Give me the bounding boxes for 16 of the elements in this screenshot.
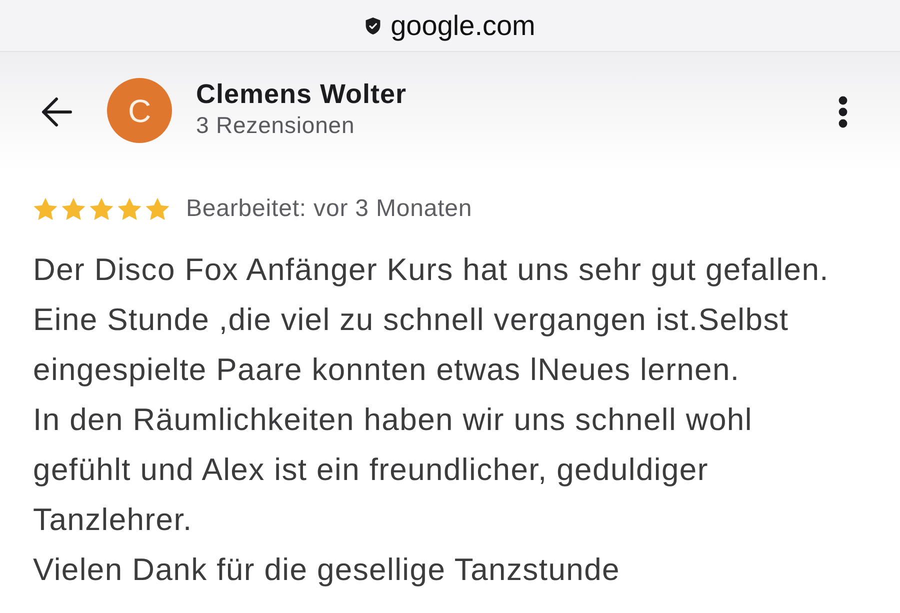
filled-star-icon bbox=[89, 197, 114, 221]
avatar-initial: C bbox=[128, 94, 152, 126]
back-arrow-icon bbox=[40, 96, 72, 128]
review-paragraph: Der Disco Fox Anfänger Kurs hat uns sehr gut gefallen. Eine Stunde ,die viel zu schnell vergangen ist.Selbst eingespielte Paare konnten etwas lNeues lernen. bbox=[33, 251, 830, 389]
review-paragraph: In den Räumlichkeiten haben wir uns schnell wohl gefühlt und Alex ist ein freundlicher, geduldiger Tanzlehrer. bbox=[33, 401, 754, 539]
filled-star-icon bbox=[145, 197, 170, 221]
shield-check-icon bbox=[364, 16, 381, 34]
filled-star-icon bbox=[117, 197, 142, 221]
more-options-icon bbox=[838, 96, 848, 128]
edited-date: Bearbeitet: vor 3 Monaten bbox=[186, 195, 472, 223]
review-count: 3 Rezensionen bbox=[196, 111, 356, 140]
filled-star-icon bbox=[61, 197, 86, 221]
review-paragraph: Vielen Dank für die gesellige Tanzstunde bbox=[33, 551, 621, 589]
domain-text[interactable]: google.com bbox=[390, 12, 536, 40]
filled-star-icon bbox=[33, 197, 58, 221]
reviewer-name[interactable]: Clemens Wolter bbox=[196, 78, 407, 110]
